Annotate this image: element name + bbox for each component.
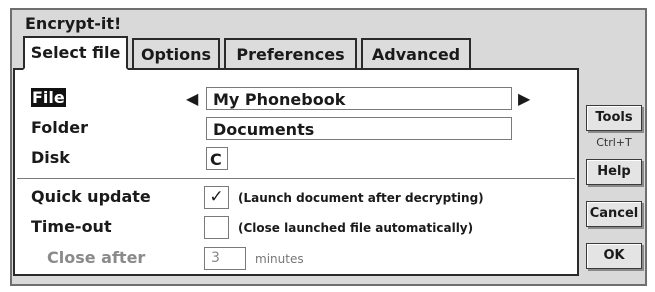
file-field[interactable]: My Phonebook <box>206 87 512 110</box>
cancel-button-label: Cancel <box>589 206 639 221</box>
disk-label: Disk <box>31 148 70 167</box>
window-title: Encrypt-it! <box>25 14 122 33</box>
tab-label: Select file <box>30 43 121 62</box>
close-after-field[interactable]: 3 <box>204 247 246 270</box>
file-label: File <box>31 88 66 107</box>
timeout-checkbox[interactable] <box>204 216 229 239</box>
tools-button-label: Tools <box>595 110 633 125</box>
timeout-label: Time-out <box>31 217 112 236</box>
triangle-right-icon[interactable]: ▶ <box>518 89 530 108</box>
quick-update-hint: (Launch document after decrypting) <box>238 191 484 205</box>
tab-select-file[interactable]: Select file <box>23 36 128 70</box>
tab-advanced[interactable]: Advanced <box>361 38 471 68</box>
ok-button[interactable]: OK <box>586 243 642 269</box>
divider <box>17 178 575 179</box>
tools-shortcut: Ctrl+T <box>596 136 632 149</box>
title-bar[interactable]: Encrypt-it! <box>12 10 645 37</box>
cancel-button[interactable]: Cancel <box>586 201 642 227</box>
quick-update-label: Quick update <box>31 187 151 206</box>
tab-options[interactable]: Options <box>132 38 220 68</box>
help-button[interactable]: Help <box>586 159 642 185</box>
minutes-unit: minutes <box>255 252 304 266</box>
tab-preferences[interactable]: Preferences <box>224 38 357 68</box>
timeout-hint: (Close launched file automatically) <box>238 221 474 235</box>
help-button-label: Help <box>597 164 631 179</box>
tools-button[interactable]: Tools <box>586 105 642 131</box>
tab-label: Advanced <box>371 45 461 64</box>
tab-label: Preferences <box>236 45 345 64</box>
checkmark-icon: ✓ <box>209 187 224 207</box>
triangle-left-icon[interactable]: ◀ <box>186 89 198 108</box>
tab-label: Options <box>140 45 212 64</box>
close-after-label: Close after <box>47 248 146 267</box>
folder-field[interactable]: Documents <box>206 117 512 140</box>
disk-field[interactable]: C <box>206 147 228 170</box>
select-file-panel: File ◀ My Phonebook ▶ Folder Documents D… <box>13 68 579 276</box>
ok-button-label: OK <box>603 248 625 263</box>
folder-label: Folder <box>31 118 88 137</box>
quick-update-checkbox[interactable]: ✓ <box>204 186 229 209</box>
